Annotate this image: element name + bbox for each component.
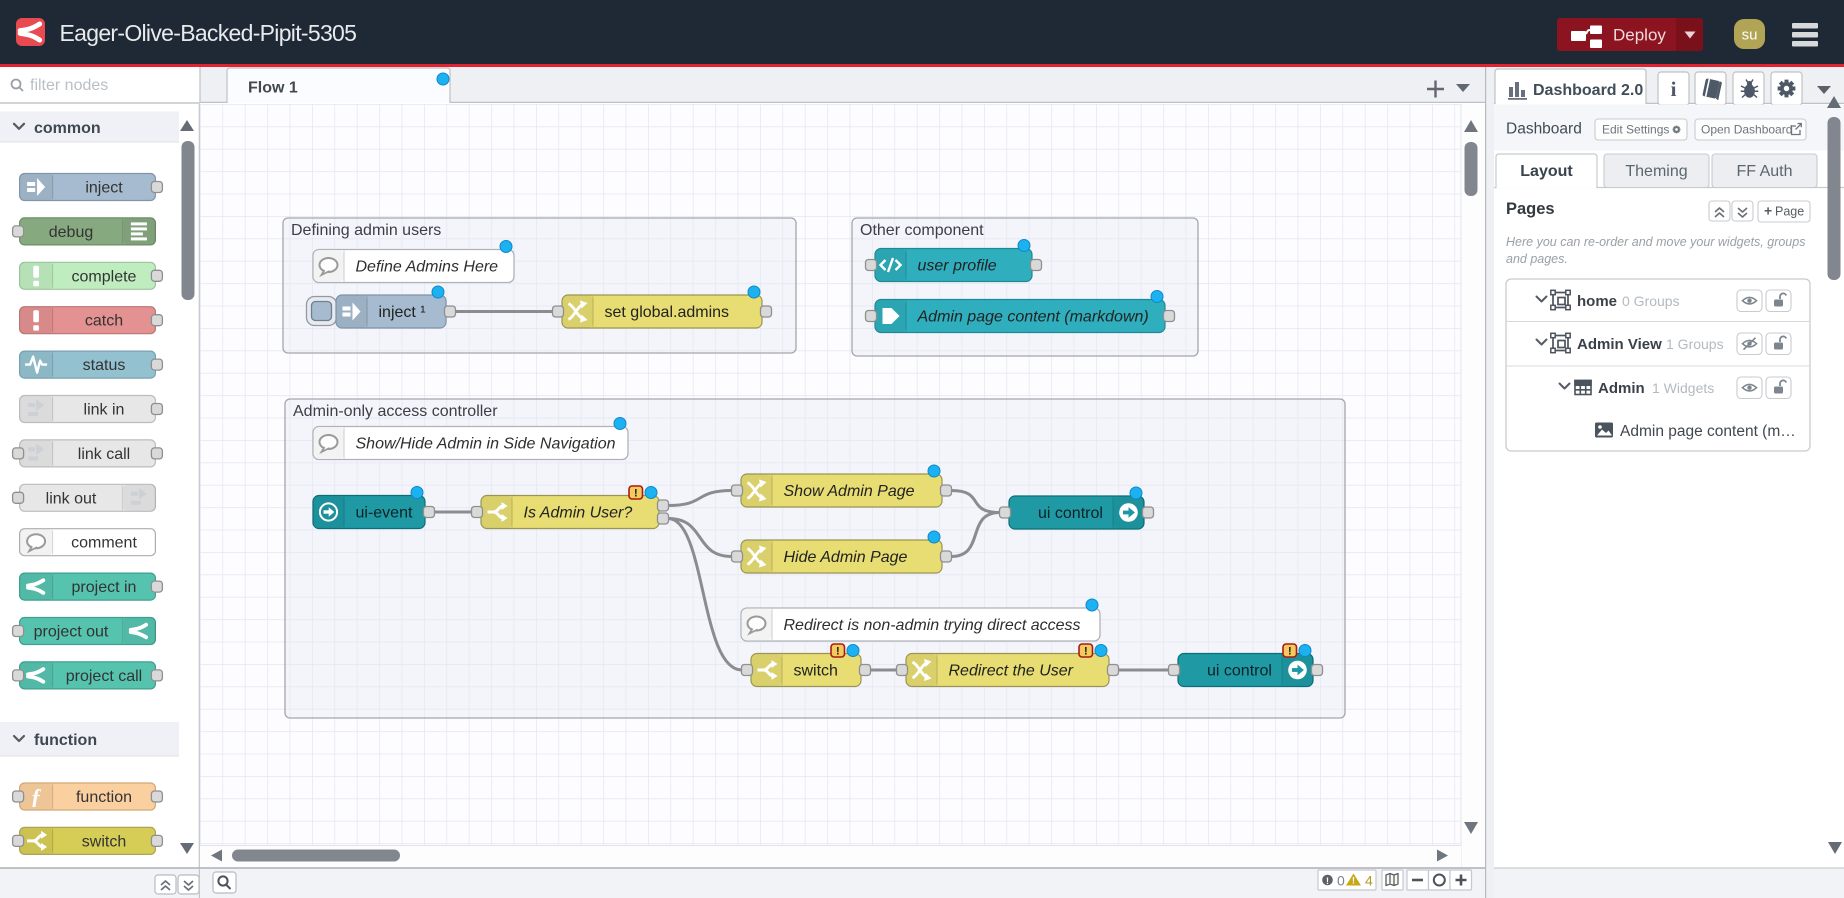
svg-text:1 Groups: 1 Groups [1666, 336, 1724, 352]
svg-text:Admin View: Admin View [1577, 336, 1662, 353]
svg-text:Dashboard: Dashboard [1506, 121, 1582, 138]
svg-text:and pages.: and pages. [1506, 252, 1568, 266]
svg-text:!: ! [1326, 876, 1329, 886]
svg-text:Edit Settings: Edit Settings [1602, 123, 1669, 137]
svg-text:Dashboard 2.0: Dashboard 2.0 [1533, 82, 1643, 99]
svg-text:1 Widgets: 1 Widgets [1652, 380, 1714, 396]
svg-text:Open Dashboard: Open Dashboard [1701, 123, 1792, 137]
svg-text:0: 0 [1337, 873, 1345, 889]
svg-text:Theming: Theming [1625, 163, 1687, 180]
svg-text:Admin: Admin [1598, 380, 1645, 397]
svg-text:Layout: Layout [1520, 163, 1573, 180]
svg-text:Pages: Pages [1506, 200, 1555, 218]
svg-text:Here you can re-order and move: Here you can re-order and move your widg… [1506, 235, 1805, 249]
svg-text:i: i [1671, 77, 1677, 101]
svg-text:home: home [1577, 293, 1617, 310]
svg-text:+: + [1764, 203, 1772, 219]
svg-text:!: ! [1352, 876, 1355, 887]
svg-text:FF Auth: FF Auth [1736, 163, 1792, 180]
svg-text:Page: Page [1775, 205, 1804, 219]
svg-text:4: 4 [1365, 873, 1373, 889]
svg-text:0 Groups: 0 Groups [1622, 293, 1680, 309]
svg-text:Admin page content (m…: Admin page content (m… [1620, 423, 1796, 440]
